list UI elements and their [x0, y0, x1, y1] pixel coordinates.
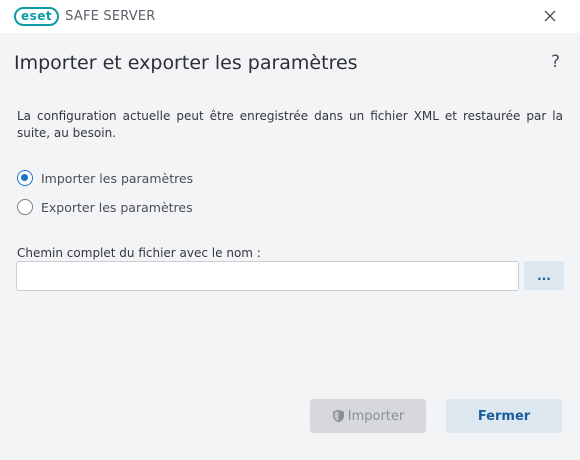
eset-logo: eset SAFE SERVER: [14, 7, 156, 26]
shield-icon: [332, 409, 345, 423]
close-icon: [544, 10, 556, 22]
radio-import-settings[interactable]: Importer les paramètres: [17, 170, 193, 186]
title-bar: eset SAFE SERVER: [0, 0, 580, 33]
import-button-label: Importer: [347, 408, 405, 424]
file-path-input[interactable]: [16, 261, 519, 291]
radio-export-label: Exporter les paramètres: [41, 199, 193, 215]
radio-import-label: Importer les paramètres: [41, 170, 194, 186]
radio-export-settings[interactable]: Exporter les paramètres: [17, 199, 193, 215]
browse-button[interactable]: ...: [524, 261, 564, 290]
page-title: Importer et exporter les paramètres: [14, 52, 358, 74]
description-text: La configuration actuelle peut être enre…: [17, 109, 563, 140]
dialog-content: Importer et exporter les paramètres ? La…: [0, 33, 580, 460]
logo-badge: eset: [14, 7, 60, 26]
product-name: SAFE SERVER: [65, 9, 156, 24]
file-path-label: Chemin complet du fichier avec le nom :: [17, 246, 261, 260]
help-button[interactable]: ?: [551, 52, 560, 72]
close-button[interactable]: Fermer: [446, 399, 562, 433]
import-button[interactable]: Importer: [310, 399, 426, 433]
radio-checked-icon[interactable]: [17, 170, 33, 186]
window-close-button[interactable]: [540, 6, 560, 26]
radio-unchecked-icon[interactable]: [17, 199, 33, 215]
